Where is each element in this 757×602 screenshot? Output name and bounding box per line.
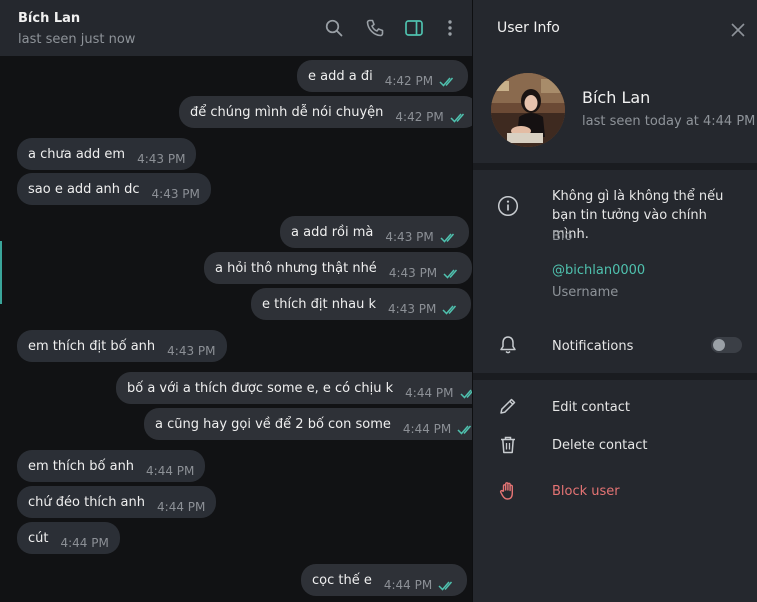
more-vertical-icon[interactable] (440, 18, 460, 38)
user-info-header: User Info (473, 0, 757, 56)
message-bubble-incoming[interactable]: em thích địt bố anh 4:43 PM (17, 330, 227, 362)
chat-contact-status: last seen just now (18, 32, 136, 47)
message-time: 4:44 PM (146, 464, 195, 478)
delete-contact-button[interactable]: Delete contact (552, 438, 648, 453)
chat-header: Bích Lan last seen just now (0, 0, 472, 56)
avatar[interactable] (491, 73, 565, 147)
read-check-icon (439, 76, 457, 87)
message-bubble-outgoing[interactable]: e thích địt nhau k 4:43 PM (251, 288, 472, 320)
user-info-title: User Info (497, 20, 560, 36)
info-icon (497, 195, 519, 217)
message-bubble-incoming[interactable]: a chưa add em 4:43 PM (17, 138, 197, 170)
read-check-icon (450, 112, 468, 123)
bio-label: Bio (552, 229, 573, 244)
username-link[interactable]: @bichlan0000 (552, 263, 645, 278)
message-text: sao e add anh dc (28, 181, 140, 197)
message-text: bố a với a thích được some e, e có chịu … (127, 380, 394, 396)
bio-text: Không gì là không thể nếu bạn tin tưởng … (552, 189, 724, 242)
message-bubble-incoming[interactable]: sao e add anh dc 4:43 PM (17, 173, 211, 205)
username-label: Username (552, 285, 619, 300)
message-text: a add rồi mà (291, 224, 374, 240)
message-bubble-outgoing[interactable]: bố a với a thích được some e, e có chịu … (116, 372, 489, 404)
message-bubble-incoming[interactable]: em thích bố anh 4:44 PM (17, 450, 206, 482)
message-text: e thích địt nhau k (262, 296, 377, 312)
profile-status: last seen today at 4:44 PM (582, 114, 756, 129)
notifications-label: Notifications (552, 339, 634, 354)
message-text: chứ đéo thích anh (28, 494, 146, 510)
section-divider (473, 163, 757, 170)
section-divider (473, 373, 757, 380)
message-time: 4:43 PM (388, 302, 437, 316)
message-time: 4:44 PM (402, 422, 452, 436)
message-time: 4:44 PM (60, 536, 109, 550)
search-icon[interactable] (324, 18, 344, 38)
user-info-panel: User Info Bích Lan last seen today at 4:… (473, 0, 757, 602)
chat-panel: Bích Lan last seen just now e add a đi 4… (0, 0, 489, 602)
chat-edge-highlight (0, 241, 2, 304)
message-bubble-incoming[interactable]: chứ đéo thích anh 4:44 PM (17, 486, 217, 518)
message-time: 4:42 PM (395, 110, 444, 124)
message-time: 4:44 PM (405, 386, 454, 400)
notifications-toggle[interactable] (711, 337, 742, 353)
message-bubble-outgoing[interactable]: a add rồi mà 4:43 PM (280, 216, 469, 248)
close-icon[interactable] (731, 22, 745, 37)
message-time: 4:43 PM (137, 152, 186, 166)
read-check-icon (442, 304, 460, 315)
message-time: 4:44 PM (383, 578, 433, 592)
message-text: a cũng hay gọi về để 2 bố con some (155, 416, 391, 432)
sidebar-toggle-icon[interactable] (404, 18, 424, 38)
pencil-icon (497, 395, 519, 417)
block-user-button[interactable]: Block user (552, 484, 620, 499)
edit-contact-button[interactable]: Edit contact (552, 400, 630, 415)
chat-contact-name[interactable]: Bích Lan (18, 11, 80, 26)
message-bubble-outgoing[interactable]: e add a đi 4:42 PM (297, 60, 469, 92)
read-check-icon (440, 232, 458, 243)
message-list[interactable]: e add a đi 4:42 PM để chúng mình dễ nói … (0, 56, 489, 602)
trash-icon (497, 434, 519, 456)
read-check-icon (438, 580, 456, 591)
message-time: 4:43 PM (167, 344, 216, 358)
message-time: 4:43 PM (388, 266, 438, 280)
message-text: a hỏi thô nhưng thật nhé (215, 260, 377, 276)
message-bubble-outgoing[interactable]: a cũng hay gọi về để 2 bố con some 4:44 … (144, 408, 487, 440)
message-text: a chưa add em (28, 146, 126, 162)
message-bubble-outgoing[interactable]: để chúng mình dễ nói chuyện 4:42 PM (179, 96, 479, 128)
read-check-icon (443, 268, 461, 279)
profile-name: Bích Lan (582, 88, 651, 107)
message-text: cút (28, 530, 49, 546)
message-time: 4:44 PM (157, 500, 206, 514)
toggle-knob (713, 339, 725, 351)
bell-icon (497, 334, 519, 356)
message-bubble-outgoing[interactable]: a hỏi thô nhưng thật nhé 4:43 PM (204, 252, 473, 284)
message-bubble-incoming[interactable]: cút 4:44 PM (17, 522, 120, 554)
message-text: em thích địt bố anh (28, 338, 156, 354)
message-bubble-outgoing[interactable]: cọc thế e 4:44 PM (301, 564, 468, 596)
hand-stop-icon (497, 480, 519, 502)
message-text: e add a đi (308, 68, 373, 84)
message-time: 4:43 PM (385, 230, 434, 244)
message-text: để chúng mình dễ nói chuyện (190, 104, 384, 120)
message-time: 4:43 PM (151, 187, 200, 201)
message-text: em thích bố anh (28, 458, 135, 474)
message-time: 4:42 PM (384, 74, 434, 88)
phone-icon[interactable] (365, 18, 385, 38)
message-text: cọc thế e (312, 572, 372, 588)
